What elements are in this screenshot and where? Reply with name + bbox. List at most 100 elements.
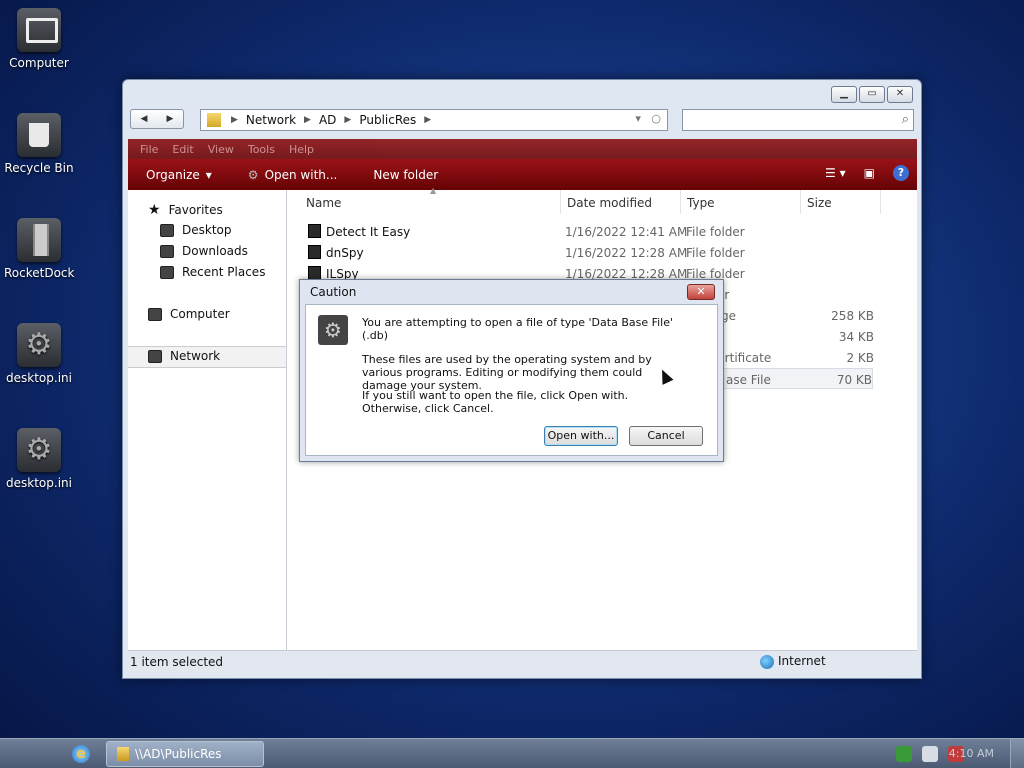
new-folder-button[interactable]: New folder [355, 168, 456, 182]
column-header-name[interactable]: Name [306, 196, 341, 210]
menu-bar: File Edit View Tools Help [128, 139, 917, 159]
file-size: 70 KB [836, 373, 872, 387]
minimize-button[interactable]: ▁ [831, 86, 857, 103]
file-row[interactable]: Detect It Easy 1/16/2022 12:41 AM File f… [288, 221, 917, 242]
open-with-button[interactable]: ⚙ Open with... [230, 168, 356, 182]
nav-label: Desktop [182, 223, 232, 237]
breadcrumb-separator[interactable]: ▶ [304, 115, 311, 125]
computer-icon [148, 307, 162, 321]
downloads-icon [160, 244, 174, 258]
nav-favorites[interactable]: ★ Favorites [148, 202, 223, 218]
file-name: dnSpy [326, 246, 364, 260]
nav-network[interactable]: Network [148, 349, 220, 363]
show-desktop-button[interactable] [1010, 739, 1024, 768]
organize-label: Organize [146, 167, 200, 182]
breadcrumb-network[interactable]: Network [246, 113, 296, 127]
address-bar[interactable]: ▶ Network ▶ AD ▶ PublicRes ▶ ▾ ○ [200, 109, 668, 131]
breadcrumb-publicres[interactable]: PublicRes [359, 113, 416, 127]
file-date: 1/16/2022 12:41 AM [565, 225, 688, 239]
organize-button[interactable]: Organize ▾ [128, 168, 230, 182]
menu-help[interactable]: Help [289, 143, 314, 156]
column-header-date[interactable]: Date modified [567, 196, 652, 210]
file-type: File folder [686, 225, 745, 239]
column-separator[interactable] [560, 190, 561, 214]
taskbar-window-label: \\AD\PublicRes [135, 747, 222, 761]
folder-icon [117, 747, 129, 761]
file-row-selected[interactable]: ase File 70 KB [715, 368, 873, 389]
gear-icon: ⚙ [17, 428, 61, 472]
file-type: ase File [726, 373, 771, 387]
internet-explorer-icon[interactable]: e [72, 745, 90, 763]
computer-icon [17, 8, 61, 52]
desktop-icon-label: desktop.ini [6, 371, 72, 385]
network-icon [148, 349, 162, 363]
preview-pane-icon[interactable]: ▣ [864, 166, 875, 180]
file-size: 2 KB [846, 351, 874, 365]
maximize-button[interactable]: ▭ [859, 86, 885, 103]
breadcrumb-separator[interactable]: ▶ [424, 115, 431, 125]
search-icon: ⌕ [901, 112, 909, 127]
help-icon[interactable]: ? [893, 165, 909, 181]
desktop-icon-computer[interactable]: Computer [4, 8, 74, 70]
window-controls: ▁ ▭ ✕ [831, 86, 913, 103]
dialog-body: ⚙ You are attempting to open a file of t… [305, 304, 718, 456]
column-separator[interactable] [880, 190, 881, 214]
view-options-icon[interactable]: ☰ ▾ [825, 166, 846, 180]
nav-label: Computer [170, 307, 230, 321]
taskbar-window-button[interactable]: \\AD\PublicRes [106, 741, 264, 767]
new-folder-label: New folder [373, 167, 439, 182]
desktop-icon-label: Computer [9, 56, 69, 70]
status-bar: 1 item selected Internet [128, 650, 917, 674]
file-name: Detect It Easy [326, 225, 411, 239]
file-row[interactable]: dnSpy 1/16/2022 12:28 AM File folder [288, 242, 917, 263]
nav-desktop[interactable]: Desktop [160, 223, 232, 237]
close-button[interactable]: ✕ [887, 86, 913, 103]
desktop-icon-label: Recycle Bin [4, 161, 74, 175]
network-tray-icon[interactable] [922, 746, 938, 762]
recent-places-icon [160, 265, 174, 279]
security-shield-icon[interactable] [896, 746, 912, 762]
column-separator[interactable] [680, 190, 681, 214]
dialog-close-button[interactable]: ✕ [687, 284, 715, 300]
nav-computer[interactable]: Computer [148, 307, 230, 321]
menu-tools[interactable]: Tools [248, 143, 275, 156]
menu-file[interactable]: File [140, 143, 158, 156]
nav-downloads[interactable]: Downloads [160, 244, 248, 258]
nav-label: Downloads [182, 244, 248, 258]
breadcrumb-separator[interactable]: ▶ [231, 115, 238, 125]
gear-icon: ⚙ [17, 323, 61, 367]
recycle-bin-icon [17, 113, 61, 157]
cancel-button[interactable]: Cancel [629, 426, 703, 446]
nav-label: Favorites [168, 203, 223, 217]
breadcrumb-ad[interactable]: AD [319, 113, 336, 127]
back-arrow-icon[interactable]: ◀ [131, 110, 157, 128]
breadcrumb-separator[interactable]: ▶ [344, 115, 351, 125]
file-date: 1/16/2022 12:28 AM [565, 246, 688, 260]
column-header-type[interactable]: Type [687, 196, 715, 210]
desktop-icon-desktop-ini-1[interactable]: ⚙ desktop.ini [4, 323, 74, 385]
dialog-title: Caution [310, 285, 357, 299]
nav-label: Recent Places [182, 265, 266, 279]
file-type: File folder [686, 246, 745, 260]
search-input[interactable]: ⌕ [682, 109, 914, 131]
status-zone: Internet [760, 654, 826, 669]
desktop-icon-recycle-bin[interactable]: Recycle Bin [4, 113, 74, 175]
column-header-size[interactable]: Size [807, 196, 832, 210]
menu-view[interactable]: View [208, 143, 234, 156]
clock[interactable]: 4:10 AM [949, 747, 994, 760]
gear-icon: ⚙ [318, 315, 348, 345]
file-size: 258 KB [831, 309, 874, 323]
open-with-button[interactable]: Open with... [544, 426, 618, 446]
file-size: 34 KB [838, 330, 874, 344]
desktop-icon-label: RocketDock [4, 266, 75, 280]
forward-arrow-icon[interactable]: ▶ [157, 110, 183, 128]
navigation-pane: ★ Favorites Desktop Downloads Recent Pla… [128, 190, 287, 650]
sort-arrow-icon: ▲ [430, 186, 437, 195]
menu-edit[interactable]: Edit [172, 143, 193, 156]
column-separator[interactable] [800, 190, 801, 214]
desktop-icon-desktop-ini-2[interactable]: ⚙ desktop.ini [4, 428, 74, 490]
address-dropdown-refresh[interactable]: ▾ ○ [635, 112, 661, 125]
star-icon: ★ [148, 202, 161, 218]
desktop-icon-rocketdock[interactable]: RocketDock [4, 218, 74, 280]
nav-recent-places[interactable]: Recent Places [160, 265, 265, 279]
